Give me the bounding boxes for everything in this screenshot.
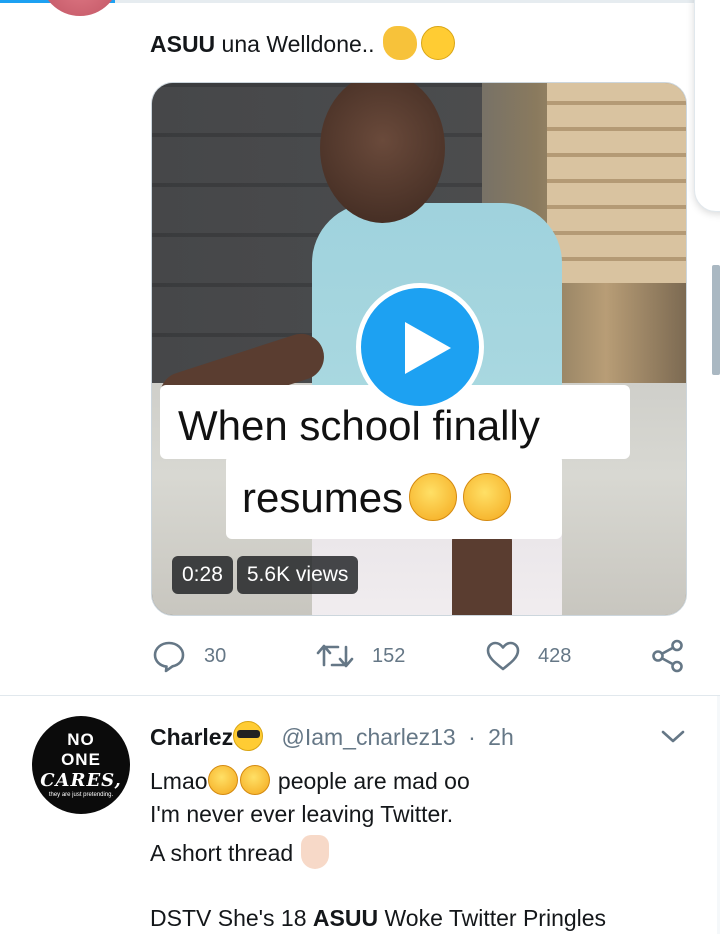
- reply-count: 30: [204, 644, 227, 667]
- reply-body-line4-b: Woke Twitter Pringles: [378, 905, 607, 931]
- avatar[interactable]: NO ONE CARES, they are just pretending.: [32, 716, 130, 814]
- play-button[interactable]: [356, 283, 484, 411]
- like-count: 428: [538, 644, 572, 667]
- avatar-text-line1: NO: [67, 730, 95, 749]
- grinning-face-icon: [420, 25, 455, 60]
- reply-body-line2: I'm never ever leaving Twitter.: [150, 801, 454, 827]
- avatar-text-line2: ONE: [61, 750, 101, 769]
- video-door: [547, 83, 686, 283]
- share-icon: [652, 639, 683, 673]
- reply-body-line4-a: DSTV She's 18: [150, 905, 313, 931]
- reply-body-line3: A short thread: [150, 834, 330, 872]
- side-panel-edge: [694, 0, 720, 212]
- user-handle[interactable]: @Iam_charlez13: [281, 724, 455, 750]
- reply-icon: [153, 641, 185, 673]
- video-caption-line2: resumes: [242, 472, 512, 525]
- tweet-text-hashtag[interactable]: ASUU: [150, 31, 215, 57]
- reply-button[interactable]: 30: [152, 636, 226, 676]
- rolling-laughing-icon: [463, 472, 512, 521]
- reply-body-line1: Lmao people are mad oo: [150, 764, 470, 798]
- chevron-down-icon: [661, 730, 685, 743]
- tweet-menu-button[interactable]: [660, 728, 686, 751]
- heart-icon: [486, 641, 520, 671]
- avatar-text-line4: they are just pretending.: [48, 792, 114, 798]
- video-views: 5.6K views: [236, 556, 359, 594]
- reply-body-line1-prefix: Lmao: [150, 768, 208, 794]
- rolling-laughing-icon: [409, 472, 458, 521]
- scrollbar-thumb[interactable]: [712, 265, 720, 375]
- reply-body-line4: DSTV She's 18 ASUU Woke Twitter Pringles: [150, 902, 606, 934]
- video-meta: 0:28 5.6K views: [172, 556, 359, 594]
- tweet-actions: 30 152 428: [150, 636, 700, 676]
- share-button[interactable]: [650, 636, 686, 676]
- tweet-text: ASUU una Welldone..: [150, 25, 455, 63]
- header-separator: ·: [468, 724, 476, 750]
- play-icon: [405, 322, 451, 374]
- video-duration: 0:28: [172, 556, 233, 594]
- reply-body-line3-text: A short thread: [150, 840, 294, 866]
- display-name[interactable]: Charlez: [150, 724, 233, 750]
- like-button[interactable]: 428: [486, 636, 571, 676]
- video-caption-line2-text: resumes: [242, 474, 404, 521]
- reply-body-line1-suffix: people are mad oo: [271, 768, 470, 794]
- tears-of-joy-icon: [239, 764, 270, 795]
- avatar-text-line3: CARES,: [40, 770, 122, 791]
- tweet-text-body: una Welldone..: [215, 31, 375, 57]
- reply-body-hashtag[interactable]: ASUU: [313, 905, 378, 931]
- retweet-icon: [316, 644, 354, 668]
- pointing-down-icon: [301, 834, 330, 869]
- retweet-count: 152: [372, 644, 406, 667]
- clapping-hands-icon: [382, 25, 417, 60]
- video-caption-line1: When school finally: [178, 402, 540, 449]
- sunglasses-face-icon: [233, 720, 264, 751]
- tweet-header: Charlez @Iam_charlez13 · 2h: [150, 720, 514, 754]
- rolling-laughing-icon: [207, 764, 238, 795]
- tweet-timestamp[interactable]: 2h: [488, 724, 514, 750]
- retweet-button[interactable]: 152: [316, 636, 405, 676]
- video-player[interactable]: When school finally resumes 0:28 5.6K vi…: [151, 82, 687, 616]
- previous-tweet-avatar[interactable]: [40, 0, 120, 16]
- tweet-divider: [0, 695, 720, 696]
